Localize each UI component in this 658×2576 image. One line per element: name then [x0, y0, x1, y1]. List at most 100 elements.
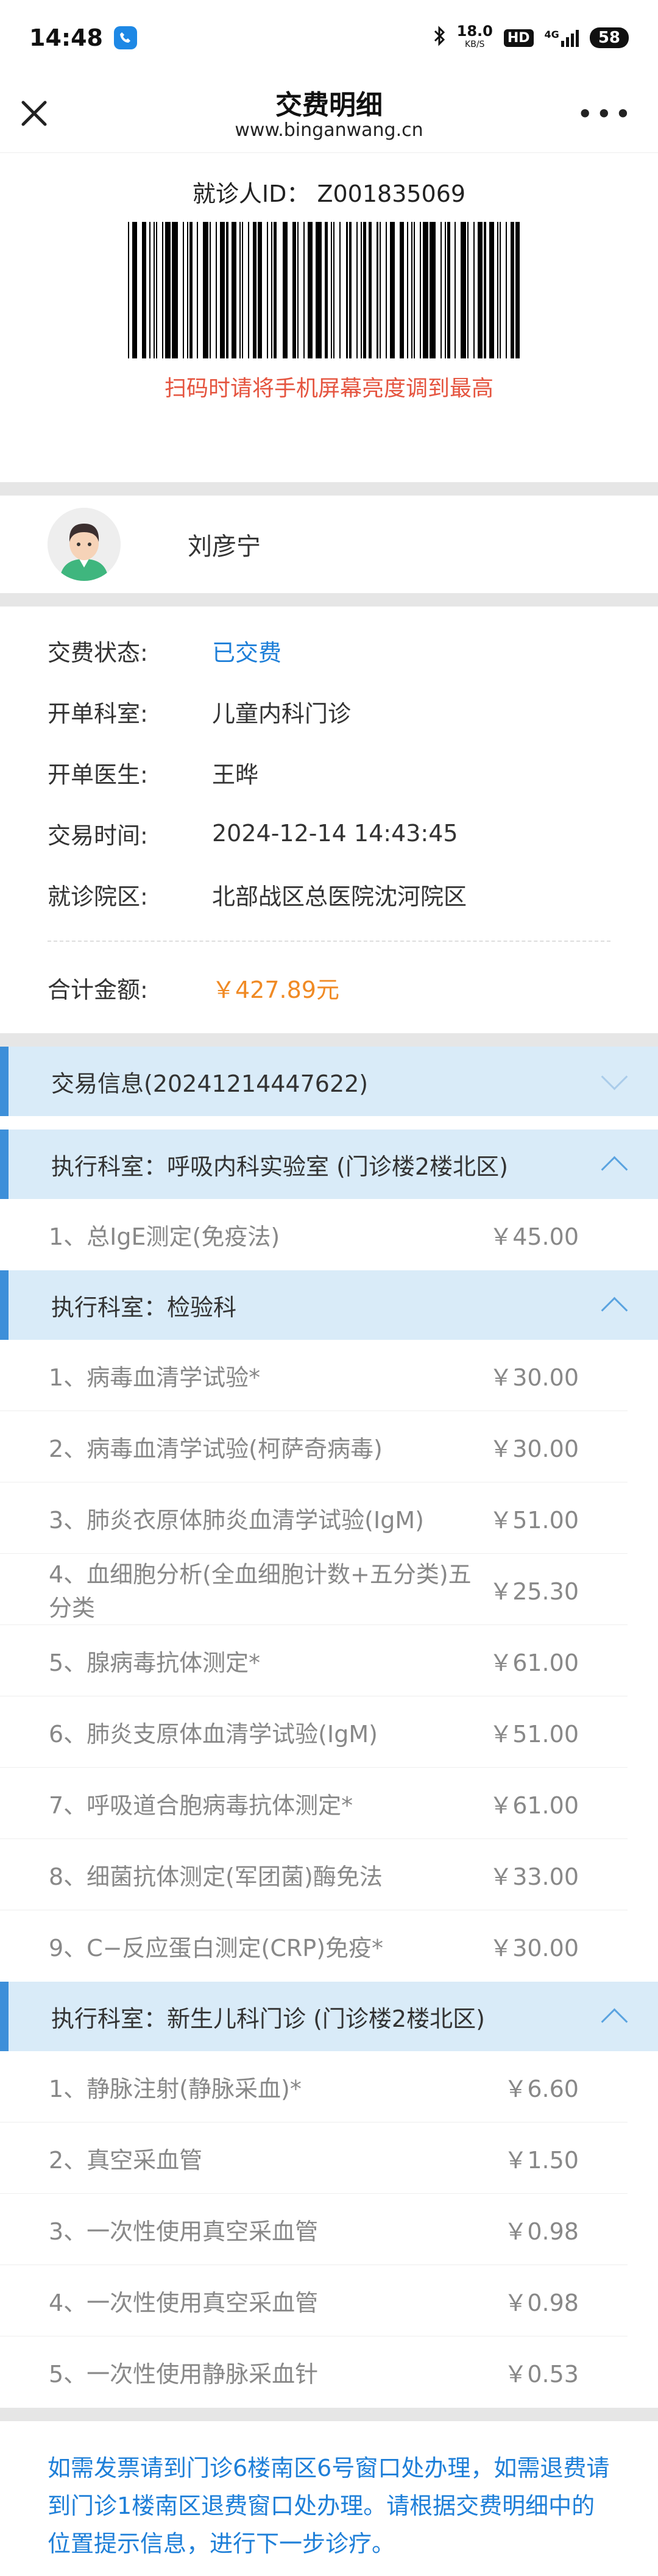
item-name: 2、病毒血清学试验(柯萨奇病毒) [49, 1435, 383, 1462]
patient-name: 刘彦宁 [188, 533, 261, 561]
barcode-section: 就诊人ID： Z001835069 扫码时请将手机屏幕亮度调到最高 [0, 153, 658, 482]
item-name: 5、一次性使用静脉采血针 [49, 2361, 319, 2388]
item-price: ￥6.60 [504, 2075, 579, 2102]
barcode-image [128, 222, 530, 358]
item-name: 1、总IgE测定(免疫法) [49, 1223, 280, 1250]
item-price: ￥33.00 [489, 1863, 579, 1890]
list-item: 3、肺炎衣原体肺炎血清学试验(IgM) ￥51.00 [0, 1482, 628, 1554]
dept-header-respiratory[interactable]: 执行科室：呼吸内科实验室 (门诊楼2楼北区) [0, 1130, 658, 1199]
campus-value: 北部战区总医院沈河院区 [212, 883, 467, 910]
list-item: 2、病毒血清学试验(柯萨奇病毒) ￥30.00 [0, 1411, 628, 1482]
divider [0, 2408, 658, 2421]
list-item: 1、病毒血清学试验* ￥30.00 [0, 1340, 628, 1411]
item-price: ￥61.00 [489, 1791, 579, 1819]
chevron-up-icon [601, 1297, 628, 1324]
item-price: ￥1.50 [504, 2146, 579, 2174]
chevron-up-icon [601, 2008, 628, 2035]
network-speed: 18.0 KB/S [456, 23, 493, 49]
item-price: ￥0.98 [504, 2218, 579, 2245]
total-label: 合计金额: [48, 976, 148, 1003]
item-name: 5、腺病毒抗体测定* [49, 1649, 261, 1676]
payment-info: 交费状态: 已交费 开单科室: 儿童内科门诊 开单医生: 王晔 交易时间: 20… [0, 607, 658, 1033]
item-name: 1、病毒血清学试验* [49, 1364, 261, 1391]
item-price: ￥51.00 [489, 1506, 579, 1534]
more-options-icon[interactable]: ••• [577, 100, 634, 128]
item-name: 9、C−反应蛋白测定(CRP)免疫* [49, 1935, 384, 1962]
patient-id-label: 就诊人ID： [192, 180, 310, 207]
item-name: 3、一次性使用真空采血管 [49, 2218, 319, 2245]
list-item: 6、肺炎支原体血清学试验(IgM) ￥51.00 [0, 1696, 628, 1768]
patient-card: 刘彦宁 [0, 496, 658, 593]
chevron-up-icon [601, 1156, 628, 1183]
dept-header-lab[interactable]: 执行科室：检验科 [0, 1270, 658, 1340]
department-value: 儿童内科门诊 [212, 700, 352, 727]
status-indicators: 18.0 KB/S HD 4G 58 [433, 24, 629, 51]
dept-title: 执行科室：检验科 [51, 1293, 237, 1321]
list-item: 4、血细胞分析(全血细胞计数+五分类)五分类 ￥25.30 [0, 1554, 628, 1625]
info-row-status: 交费状态: 已交费 [48, 620, 610, 681]
bluetooth-icon [433, 25, 446, 51]
info-row-time: 交易时间: 2024-12-14 14:43:45 [48, 803, 610, 864]
item-price: ￥30.00 [489, 1935, 579, 1962]
patient-id-value: Z001835069 [317, 180, 466, 207]
info-label: 开单医生: [48, 761, 148, 788]
info-label: 交易时间: [48, 822, 148, 849]
item-price: ￥25.30 [489, 1578, 579, 1605]
item-price: ￥30.00 [489, 1435, 579, 1462]
trade-time-value: 2024-12-14 14:43:45 [212, 820, 458, 847]
item-price: ￥51.00 [489, 1720, 579, 1748]
list-item: 3、一次性使用真空采血管 ￥0.98 [0, 2194, 628, 2265]
item-name: 6、肺炎支原体血清学试验(IgM) [49, 1720, 378, 1748]
item-name: 4、一次性使用真空采血管 [49, 2289, 319, 2316]
total-amount: ￥427.89元 [212, 976, 339, 1003]
nav-bar: 交费明细 www.binganwang.cn ••• [0, 76, 658, 153]
battery-indicator: 58 [589, 27, 629, 48]
payment-status-value: 已交费 [212, 639, 282, 666]
list-item: 5、一次性使用静脉采血针 ￥0.53 [0, 2336, 628, 2408]
item-price: ￥0.98 [504, 2289, 579, 2316]
info-row-department: 开单科室: 儿童内科门诊 [48, 681, 610, 742]
divider [0, 1033, 658, 1047]
invoice-refund-note: 如需发票请到门诊6楼南区6号窗口处办理，如需退费请到门诊1楼南区退费窗口处办理。… [0, 2421, 658, 2563]
hd-badge: HD [503, 29, 534, 47]
scan-tip: 扫码时请将手机屏幕亮度调到最高 [164, 376, 494, 401]
divider [0, 593, 658, 607]
chevron-down-icon [601, 1063, 628, 1091]
doctor-value: 王晔 [212, 761, 259, 788]
item-name: 7、呼吸道合胞病毒抗体测定* [49, 1791, 353, 1819]
list-item: 5、腺病毒抗体测定* ￥61.00 [0, 1625, 628, 1696]
item-name: 8、细菌抗体测定(军团菌)酶免法 [49, 1863, 383, 1890]
list-item: 8、细菌抗体测定(军团菌)酶免法 ￥33.00 [0, 1839, 628, 1910]
item-price: ￥45.00 [489, 1223, 579, 1250]
dept-title: 执行科室：新生儿科门诊 (门诊楼2楼北区) [51, 2005, 485, 2032]
list-item: 1、总IgE测定(免疫法) ￥45.00 [0, 1199, 628, 1270]
status-time: 14:48 [29, 24, 103, 51]
info-label: 就诊院区: [48, 883, 148, 910]
dept-item-list: 1、总IgE测定(免疫法) ￥45.00 [0, 1199, 658, 1270]
page-title: 交费明细 [275, 90, 383, 121]
trade-info-header[interactable]: 交易信息(20241214447622) [0, 1047, 658, 1116]
avatar [48, 508, 121, 581]
signal-icon: 4G [545, 29, 579, 47]
list-item: 9、C−反应蛋白测定(CRP)免疫* ￥30.00 [0, 1910, 628, 1982]
dept-item-list: 1、病毒血清学试验* ￥30.00 2、病毒血清学试验(柯萨奇病毒) ￥30.00 … [0, 1340, 658, 1982]
list-item: 2、真空采血管 ￥1.50 [0, 2122, 628, 2194]
phone-call-icon [113, 26, 137, 49]
patient-id-line: 就诊人ID： Z001835069 [0, 175, 658, 208]
list-item: 1、静脉注射(静脉采血)* ￥6.60 [0, 2051, 628, 2122]
dept-header-neonatal[interactable]: 执行科室：新生儿科门诊 (门诊楼2楼北区) [0, 1982, 658, 2051]
item-price: ￥0.53 [504, 2361, 579, 2388]
total-row: 合计金额: ￥427.89元 [48, 942, 610, 1033]
item-price: ￥61.00 [489, 1649, 579, 1676]
item-name: 1、静脉注射(静脉采血)* [49, 2075, 302, 2102]
item-name: 4、血细胞分析(全血细胞计数+五分类)五分类 [49, 1561, 472, 1621]
dept-title: 执行科室：呼吸内科实验室 (门诊楼2楼北区) [51, 1153, 508, 1180]
info-row-campus: 就诊院区: 北部战区总医院沈河院区 [48, 864, 610, 925]
status-bar: 14:48 18.0 KB/S HD 4G 58 [0, 0, 658, 76]
dept-item-list: 1、静脉注射(静脉采血)* ￥6.60 2、真空采血管 ￥1.50 3、一次性使用真… [0, 2051, 658, 2408]
list-item: 4、一次性使用真空采血管 ￥0.98 [0, 2265, 628, 2336]
item-name: 2、真空采血管 [49, 2146, 203, 2174]
divider [0, 482, 658, 496]
list-item: 7、呼吸道合胞病毒抗体测定* ￥61.00 [0, 1768, 628, 1839]
info-label: 开单科室: [48, 700, 148, 727]
